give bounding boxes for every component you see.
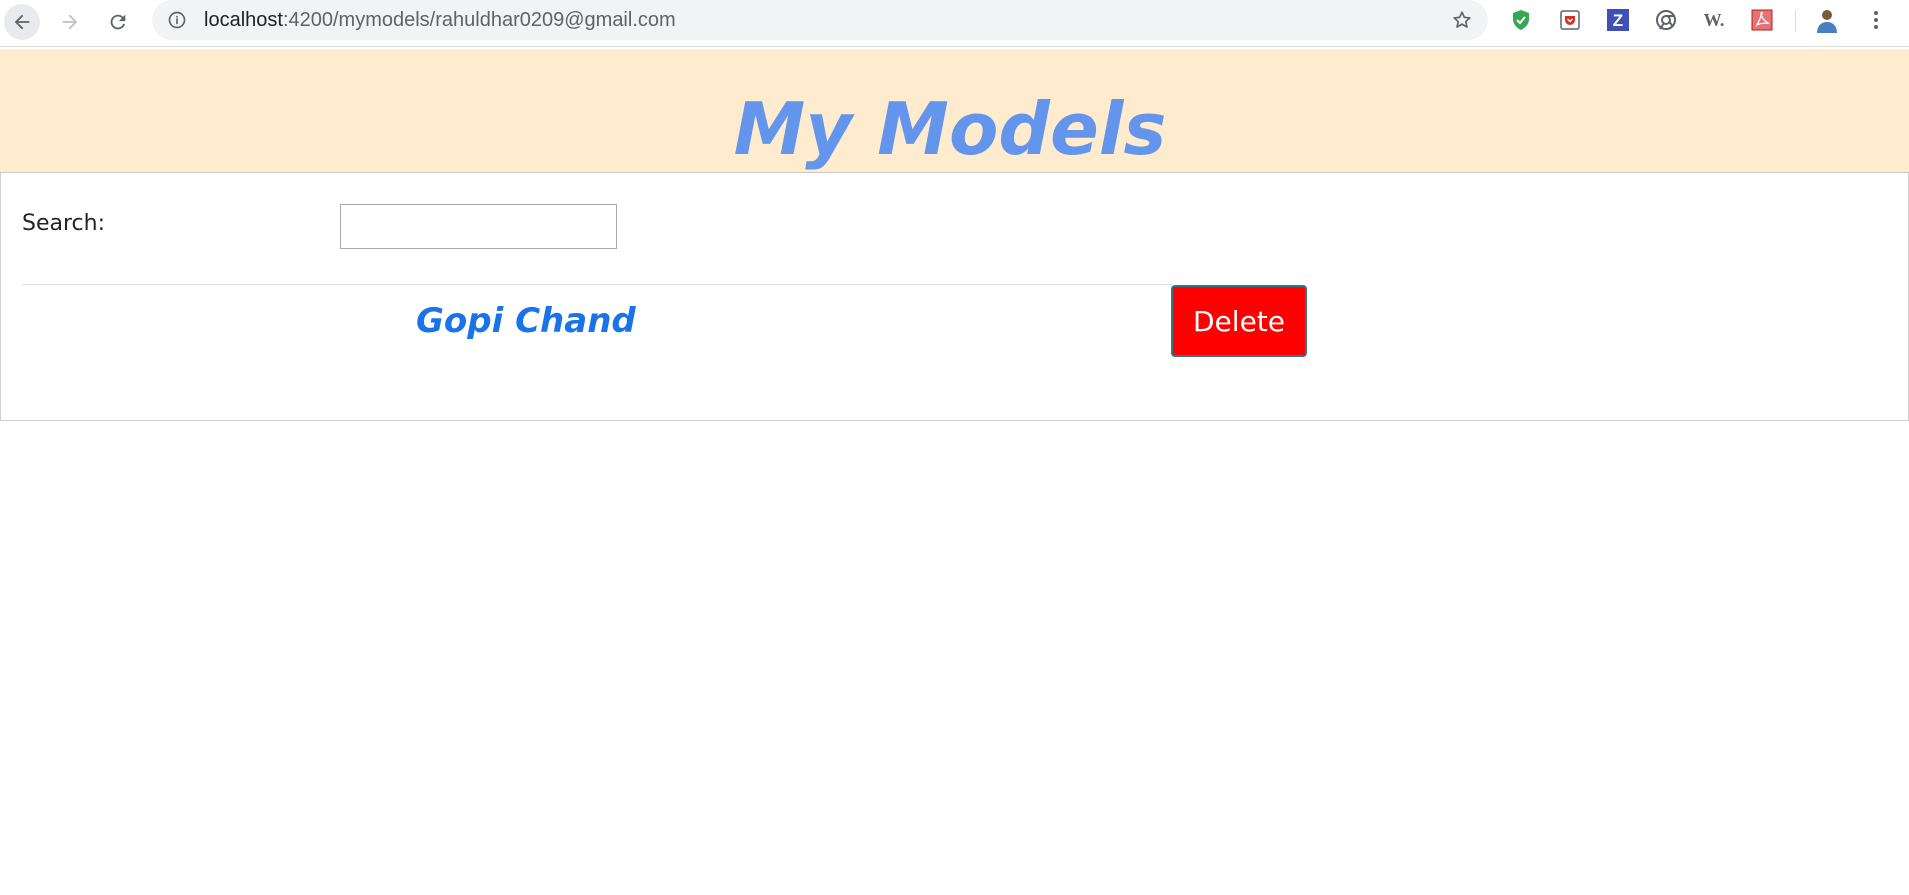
back-button[interactable]	[4, 4, 40, 40]
menu-kebab-icon[interactable]	[1862, 6, 1890, 34]
models-panel: Search: Gopi Chand Delete	[0, 173, 1909, 421]
pdf-extension-icon[interactable]	[1748, 6, 1776, 34]
profile-avatar-icon[interactable]	[1813, 6, 1841, 34]
toolbar-separator	[1795, 10, 1796, 32]
pocket-extension-icon[interactable]	[1556, 6, 1584, 34]
arrow-right-icon	[62, 14, 78, 30]
search-label: Search:	[22, 211, 105, 236]
zotero-letter: Z	[1613, 11, 1623, 30]
shield-extension-icon[interactable]	[1507, 6, 1535, 34]
wikiwand-extension-icon[interactable]: W.	[1700, 6, 1728, 34]
browser-toolbar: localhost:4200/mymodels/rahuldhar0209@gm…	[0, 0, 1909, 47]
wikiwand-letter: W.	[1704, 10, 1725, 30]
app-header: My Models	[0, 49, 1909, 173]
forward-button[interactable]	[52, 4, 88, 40]
url-path: :4200/mymodels/rahuldhar0209@gmail.com	[282, 9, 676, 31]
reload-button[interactable]	[100, 4, 136, 40]
chrome-extension-icon[interactable]	[1652, 6, 1680, 34]
page-title: My Models	[733, 87, 1167, 171]
bookmark-star-icon[interactable]	[1450, 8, 1474, 32]
zotero-extension-icon[interactable]: Z	[1604, 6, 1632, 34]
reload-icon	[110, 14, 126, 30]
address-bar[interactable]: localhost:4200/mymodels/rahuldhar0209@gm…	[152, 0, 1488, 40]
url-text[interactable]: localhost:4200/mymodels/rahuldhar0209@gm…	[204, 9, 676, 31]
search-input[interactable]	[340, 204, 617, 249]
arrow-left-icon	[14, 14, 30, 30]
row-divider	[22, 284, 1172, 285]
delete-button[interactable]: Delete	[1171, 285, 1307, 357]
url-host: localhost	[204, 9, 283, 31]
info-icon[interactable]	[166, 9, 188, 31]
model-name: Gopi Chand	[416, 301, 636, 341]
